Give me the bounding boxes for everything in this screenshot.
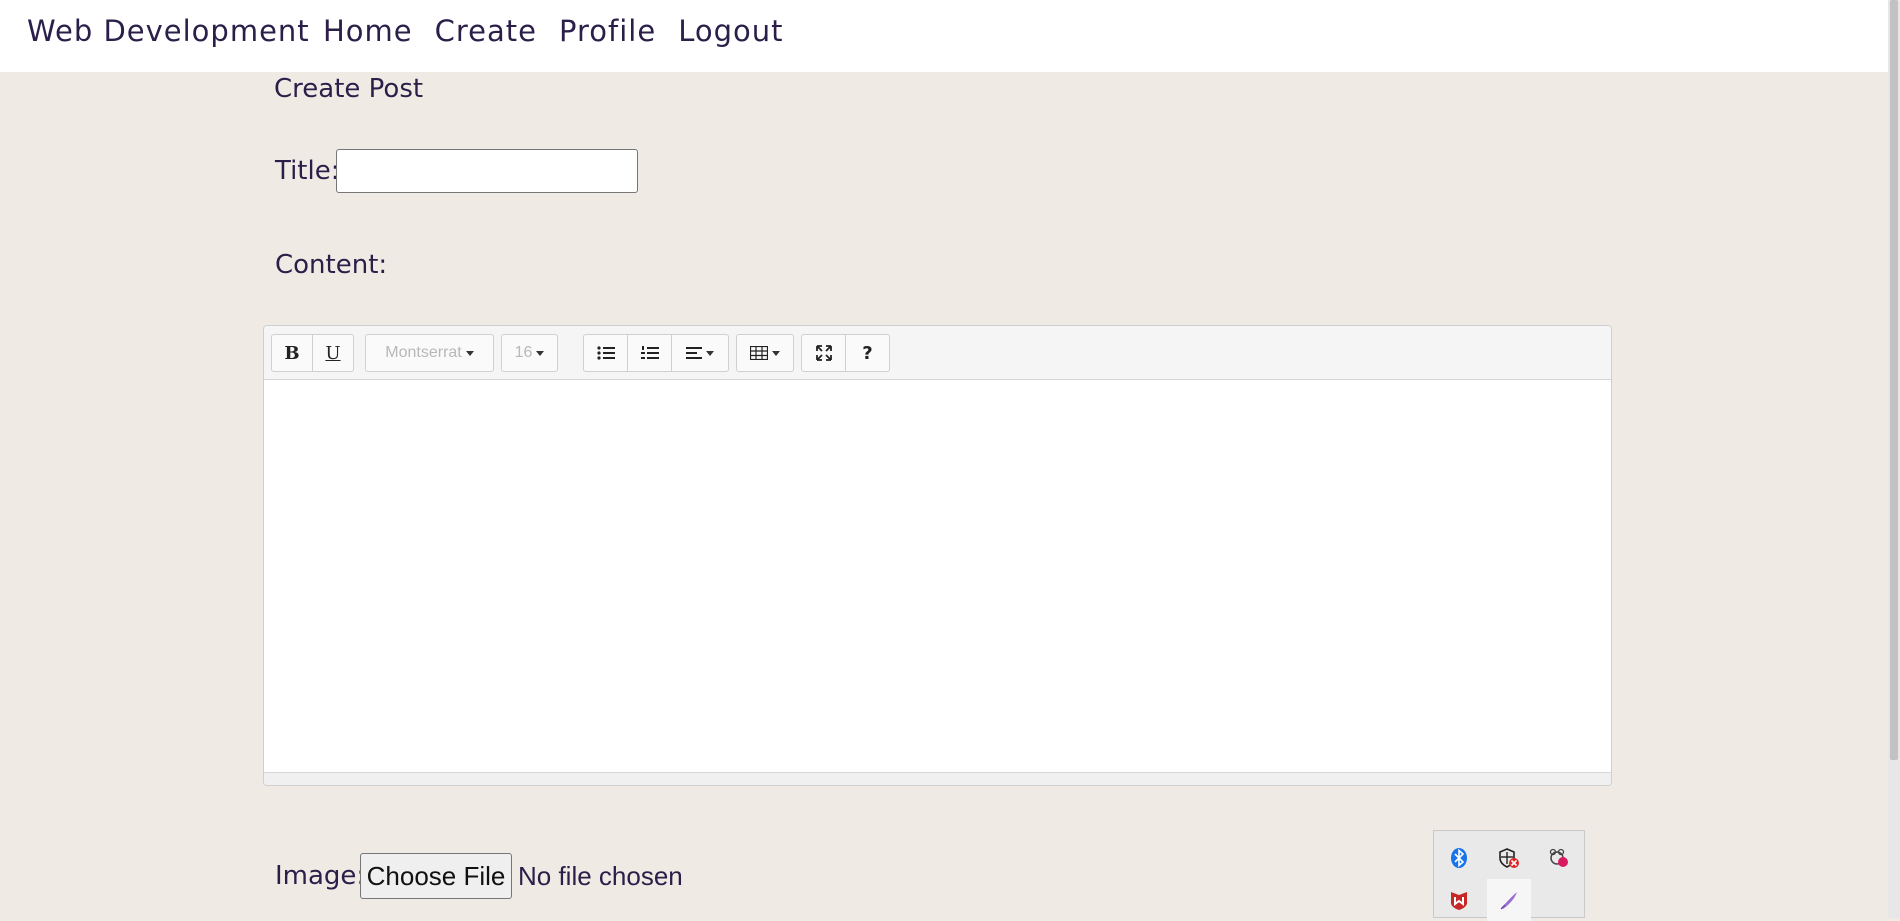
font-family-dropdown[interactable]: Montserrat <box>365 334 494 372</box>
nav-link-logout[interactable]: Logout <box>678 14 783 48</box>
editor-content-area[interactable] <box>264 380 1611 774</box>
pen-glyph <box>1500 892 1517 910</box>
table-icon <box>750 346 768 360</box>
file-status: No file chosen <box>518 861 683 891</box>
table-dropdown[interactable] <box>736 334 794 372</box>
shield-glyph <box>1499 848 1519 868</box>
font-size-dropdown[interactable]: 16 <box>501 334 558 372</box>
chevron-down-icon <box>536 350 545 356</box>
mcafee-icon[interactable] <box>1437 879 1481 921</box>
network-alert-icon[interactable] <box>1537 837 1581 879</box>
ordered-list-button[interactable] <box>627 334 672 372</box>
network-glyph <box>1549 848 1568 867</box>
view-group: ? <box>801 334 890 372</box>
paragraph-group <box>583 334 729 372</box>
underline-button[interactable]: U <box>312 334 354 372</box>
rich-text-editor: B U Montserrat 16 ? <box>263 325 1612 786</box>
choose-file-button[interactable]: Choose File <box>360 853 512 899</box>
bullet-list-icon <box>596 346 615 360</box>
font-family-value: Montserrat <box>385 344 462 361</box>
numbered-list-icon <box>640 346 659 359</box>
fullscreen-button[interactable] <box>801 334 846 372</box>
title-label: Title: <box>275 156 340 186</box>
help-button[interactable]: ? <box>845 334 890 372</box>
editor-resize-bar[interactable] <box>264 772 1611 785</box>
nav-link-create[interactable]: Create <box>435 14 537 48</box>
image-label: Image: <box>275 861 366 891</box>
title-input[interactable] <box>336 149 638 193</box>
scrollbar-thumb[interactable] <box>1890 0 1898 760</box>
chevron-down-icon <box>706 350 714 356</box>
bluetooth-glyph <box>1451 848 1467 868</box>
nav-link-profile[interactable]: Profile <box>559 14 656 48</box>
page-title: Create Post <box>274 74 424 104</box>
font-family-group: Montserrat <box>365 334 494 372</box>
font-size-group: 16 <box>501 334 558 372</box>
bluetooth-icon[interactable] <box>1437 837 1481 879</box>
table-group <box>736 334 794 372</box>
brand-title[interactable]: Web Development <box>27 14 310 48</box>
chevron-down-icon <box>465 350 474 356</box>
shield-alert-icon[interactable] <box>1487 837 1531 879</box>
content-label: Content: <box>275 250 388 280</box>
mcafee-glyph <box>1451 892 1467 910</box>
nav-links: Home Create Profile Logout <box>323 14 783 48</box>
expand-icon <box>815 345 832 361</box>
pen-icon[interactable] <box>1487 879 1531 921</box>
chevron-down-icon <box>772 350 780 356</box>
editor-toolbar: B U Montserrat 16 ? <box>264 326 1611 380</box>
align-left-icon <box>686 347 702 359</box>
bold-button[interactable]: B <box>271 334 313 372</box>
style-group: B U <box>271 334 354 372</box>
navbar: Web Development Home Create Profile Logo… <box>0 0 1888 72</box>
nav-link-home[interactable]: Home <box>323 14 413 48</box>
align-dropdown[interactable] <box>671 334 729 372</box>
system-tray-overflow <box>1433 830 1585 921</box>
unordered-list-button[interactable] <box>583 334 628 372</box>
page-scrollbar[interactable] <box>1888 0 1900 918</box>
font-size-value: 16 <box>514 344 533 361</box>
